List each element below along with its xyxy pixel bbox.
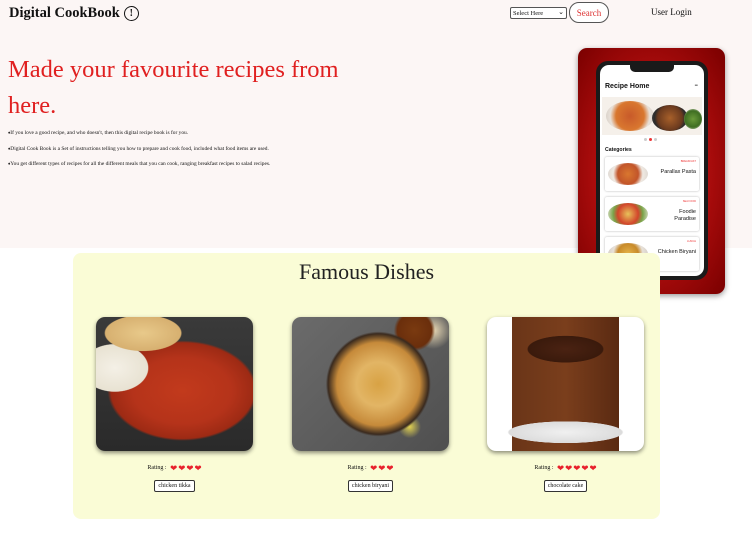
phone-banner <box>602 97 702 135</box>
dish-image-chicken-tikka <box>96 317 253 451</box>
dish-card: Rating : ❤ ❤ ❤ chicken biryani <box>292 317 449 492</box>
dish-image-chocolate-cake <box>487 317 644 451</box>
famous-dishes-section: Famous Dishes Rating : ❤ ❤ ❤ ❤ chicken t… <box>73 253 660 519</box>
hero-bullet: Digital Cook Book is a Set of instructio… <box>8 146 428 152</box>
rating: Rating : ❤ ❤ ❤ ❤ <box>96 464 253 473</box>
rating-label: Rating : <box>347 465 367 472</box>
chevron-down-icon: ⌄ <box>558 8 564 16</box>
heart-icon: ❤ <box>581 463 589 473</box>
section-title: Famous Dishes <box>298 259 435 284</box>
heart-icon: ❤ <box>186 463 194 473</box>
heart-icon: ❤ <box>378 463 386 473</box>
phone-frame: Recipe Home ≡ Categories BREAKFAST Paral… <box>596 61 708 280</box>
heart-icon: ❤ <box>370 463 378 473</box>
phone-category-item: BREAKFAST Parallax Pasta <box>605 157 699 191</box>
rating: Rating : ❤ ❤ ❤ ❤ ❤ <box>487 464 644 473</box>
dish-button-chocolate-cake[interactable]: chocolate cake <box>543 479 588 492</box>
dish-button-chicken-biryani[interactable]: chicken biryani <box>347 479 394 492</box>
dish-card: Rating : ❤ ❤ ❤ ❤ ❤ chocolate cake <box>487 317 644 492</box>
rating-label: Rating : <box>534 465 554 472</box>
categories-label: Categories <box>605 147 632 153</box>
user-login-link[interactable]: User Login <box>651 7 692 17</box>
brand-name: Digital CookBook <box>9 5 120 21</box>
phone-screen: Recipe Home ≡ Categories BREAKFAST Paral… <box>600 65 704 276</box>
brand-logo[interactable]: Digital CookBook ! <box>9 5 139 22</box>
search-button[interactable]: Search <box>569 2 609 23</box>
rating-label: Rating : <box>147 465 167 472</box>
recipe-select[interactable]: Select Here ⌄ <box>510 7 567 19</box>
hero-bullet-list: If you love a good recipe, and who doesn… <box>8 130 428 177</box>
heart-icon: ❤ <box>194 463 202 473</box>
menu-icon: ≡ <box>694 83 698 89</box>
rating: Rating : ❤ ❤ ❤ <box>292 464 449 473</box>
hero-bullet: If you love a good recipe, and who doesn… <box>8 130 428 136</box>
phone-category-item: SEA FOOD Foodie Paradise <box>605 197 699 231</box>
heart-icon: ❤ <box>557 463 565 473</box>
heart-icon: ❤ <box>170 463 178 473</box>
heart-icon: ❤ <box>178 463 186 473</box>
phone-notch <box>630 65 674 72</box>
info-icon[interactable]: ! <box>123 6 139 21</box>
dish-image-chicken-biryani <box>292 317 449 451</box>
select-value: Select Here <box>513 9 544 17</box>
heart-icon: ❤ <box>386 463 394 473</box>
heart-icon: ❤ <box>573 463 581 473</box>
hero-bullet: You get different types of recipes for a… <box>8 161 428 167</box>
phone-title: Recipe Home <box>605 83 650 90</box>
dish-button-chicken-tikka[interactable]: chicken tikka <box>154 479 195 492</box>
hero-title: Made your favourite recipes from here. <box>8 56 339 119</box>
dish-card: Rating : ❤ ❤ ❤ ❤ chicken tikka <box>96 317 253 492</box>
carousel-dots <box>644 138 657 141</box>
heart-icon: ❤ <box>589 463 597 473</box>
heart-icon: ❤ <box>565 463 573 473</box>
